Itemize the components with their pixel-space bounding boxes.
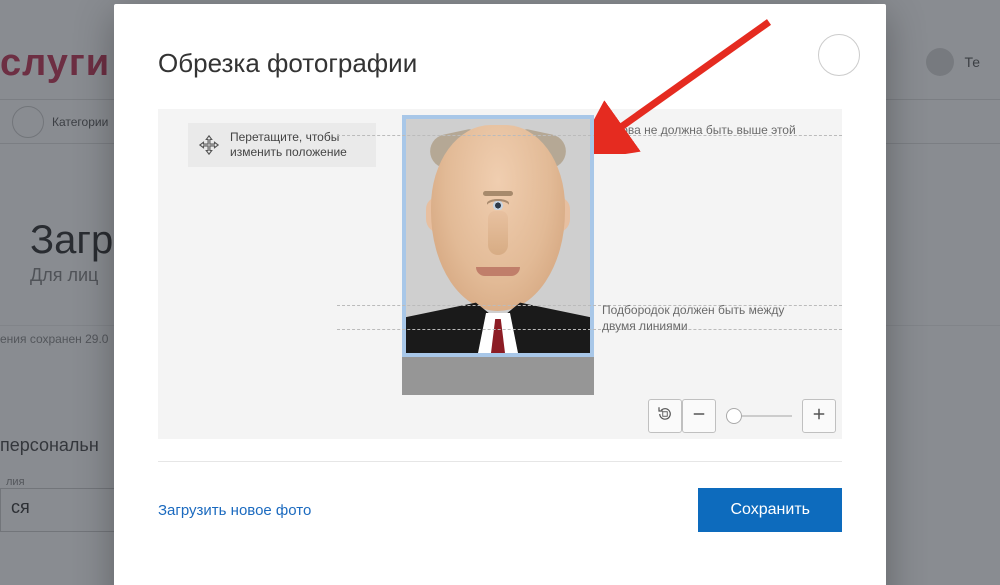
modal-title: Обрезка фотографии [158, 48, 842, 79]
close-button[interactable] [818, 34, 860, 76]
save-button[interactable]: Сохранить [698, 488, 842, 532]
crop-photo-modal: Обрезка фотографии Перетащите, чтобы изм… [114, 4, 886, 585]
crop-box[interactable] [402, 115, 594, 357]
plus-icon [810, 405, 828, 428]
zoom-slider[interactable] [726, 413, 792, 419]
zoom-out-button[interactable] [682, 399, 716, 433]
modal-separator [158, 461, 842, 462]
photo-stage[interactable] [402, 115, 594, 435]
drag-hint-text: Перетащите, чтобы изменить положение [230, 130, 366, 160]
crop-toolbar [646, 397, 838, 435]
modal-actions: Загрузить новое фото Сохранить [158, 488, 842, 532]
rotate-button[interactable] [648, 399, 682, 433]
upload-new-photo-link[interactable]: Загрузить новое фото [158, 502, 311, 519]
guideline-chin-caption: Подбородок должен быть между двумя линия… [602, 303, 812, 334]
move-icon [198, 134, 220, 156]
zoom-in-button[interactable] [802, 399, 836, 433]
portrait-face [431, 125, 565, 311]
drag-hint: Перетащите, чтобы изменить положение [188, 123, 376, 167]
guideline-head-caption: Голова не должна быть выше этой линии [602, 123, 812, 154]
zoom-slider-handle[interactable] [726, 408, 742, 424]
minus-icon [690, 405, 708, 428]
crop-panel: Перетащите, чтобы изменить положение [158, 109, 842, 439]
rotate-icon [656, 405, 674, 428]
